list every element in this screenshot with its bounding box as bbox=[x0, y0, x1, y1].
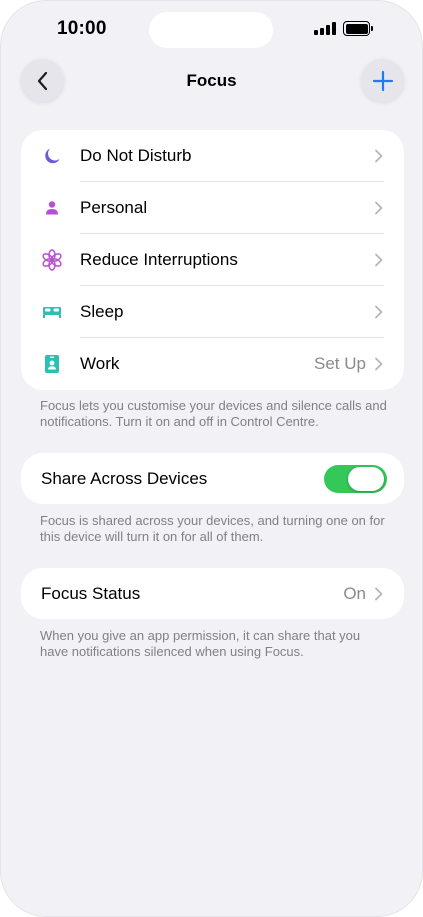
chevron-right-icon bbox=[375, 587, 383, 601]
add-focus-button[interactable] bbox=[361, 59, 404, 102]
toggle-knob bbox=[348, 467, 384, 491]
flower-icon bbox=[41, 249, 63, 271]
chevron-right-icon bbox=[375, 253, 383, 267]
chevron-right-icon bbox=[375, 305, 383, 319]
moon-icon bbox=[41, 145, 63, 167]
battery-icon bbox=[343, 21, 374, 36]
focus-status-row[interactable]: Focus Status On bbox=[21, 568, 404, 619]
page-title: Focus bbox=[186, 71, 237, 90]
status-time: 10:00 bbox=[57, 18, 107, 39]
focus-row-personal[interactable]: Personal bbox=[21, 182, 404, 234]
focus-row-label: Do Not Disturb bbox=[80, 146, 192, 165]
share-label: Share Across Devices bbox=[41, 469, 208, 488]
focus-row-reduce-interruptions[interactable]: Reduce Interruptions bbox=[21, 234, 404, 286]
focus-row-label: Work bbox=[80, 354, 120, 373]
person-icon bbox=[41, 197, 63, 219]
focus-row-work[interactable]: Work Set Up bbox=[21, 338, 404, 390]
focus-row-label: Personal bbox=[80, 198, 148, 217]
focus-row-label: Reduce Interruptions bbox=[80, 250, 238, 269]
focus-row-value: Set Up bbox=[314, 354, 366, 373]
cellular-signal-icon bbox=[314, 22, 336, 35]
chevron-right-icon bbox=[375, 149, 383, 163]
chevron-right-icon bbox=[375, 201, 383, 215]
phone-screen: 10:00 Focus Do Not Disturb Personal Redu… bbox=[0, 0, 423, 917]
focus-footnote: Focus lets you customise your devices an… bbox=[40, 398, 387, 429]
share-footnote: Focus is shared across your devices, and… bbox=[40, 513, 385, 544]
chevron-right-icon bbox=[375, 357, 383, 371]
focus-row-do-not-disturb[interactable]: Do Not Disturb bbox=[21, 130, 404, 182]
focus-status-label: Focus Status bbox=[41, 584, 141, 603]
plus-icon bbox=[372, 70, 393, 91]
share-toggle[interactable] bbox=[324, 465, 387, 493]
focus-status-value: On bbox=[343, 584, 366, 603]
dynamic-island bbox=[149, 12, 273, 48]
share-across-devices-cell: Share Across Devices bbox=[21, 453, 404, 504]
focus-row-sleep[interactable]: Sleep bbox=[21, 286, 404, 338]
focus-modes-list: Do Not Disturb Personal Reduce Interrupt… bbox=[21, 130, 404, 390]
status-footnote: When you give an app permission, it can … bbox=[40, 628, 361, 659]
badge-icon bbox=[41, 353, 63, 375]
bed-icon bbox=[41, 301, 63, 323]
focus-row-label: Sleep bbox=[80, 302, 124, 321]
